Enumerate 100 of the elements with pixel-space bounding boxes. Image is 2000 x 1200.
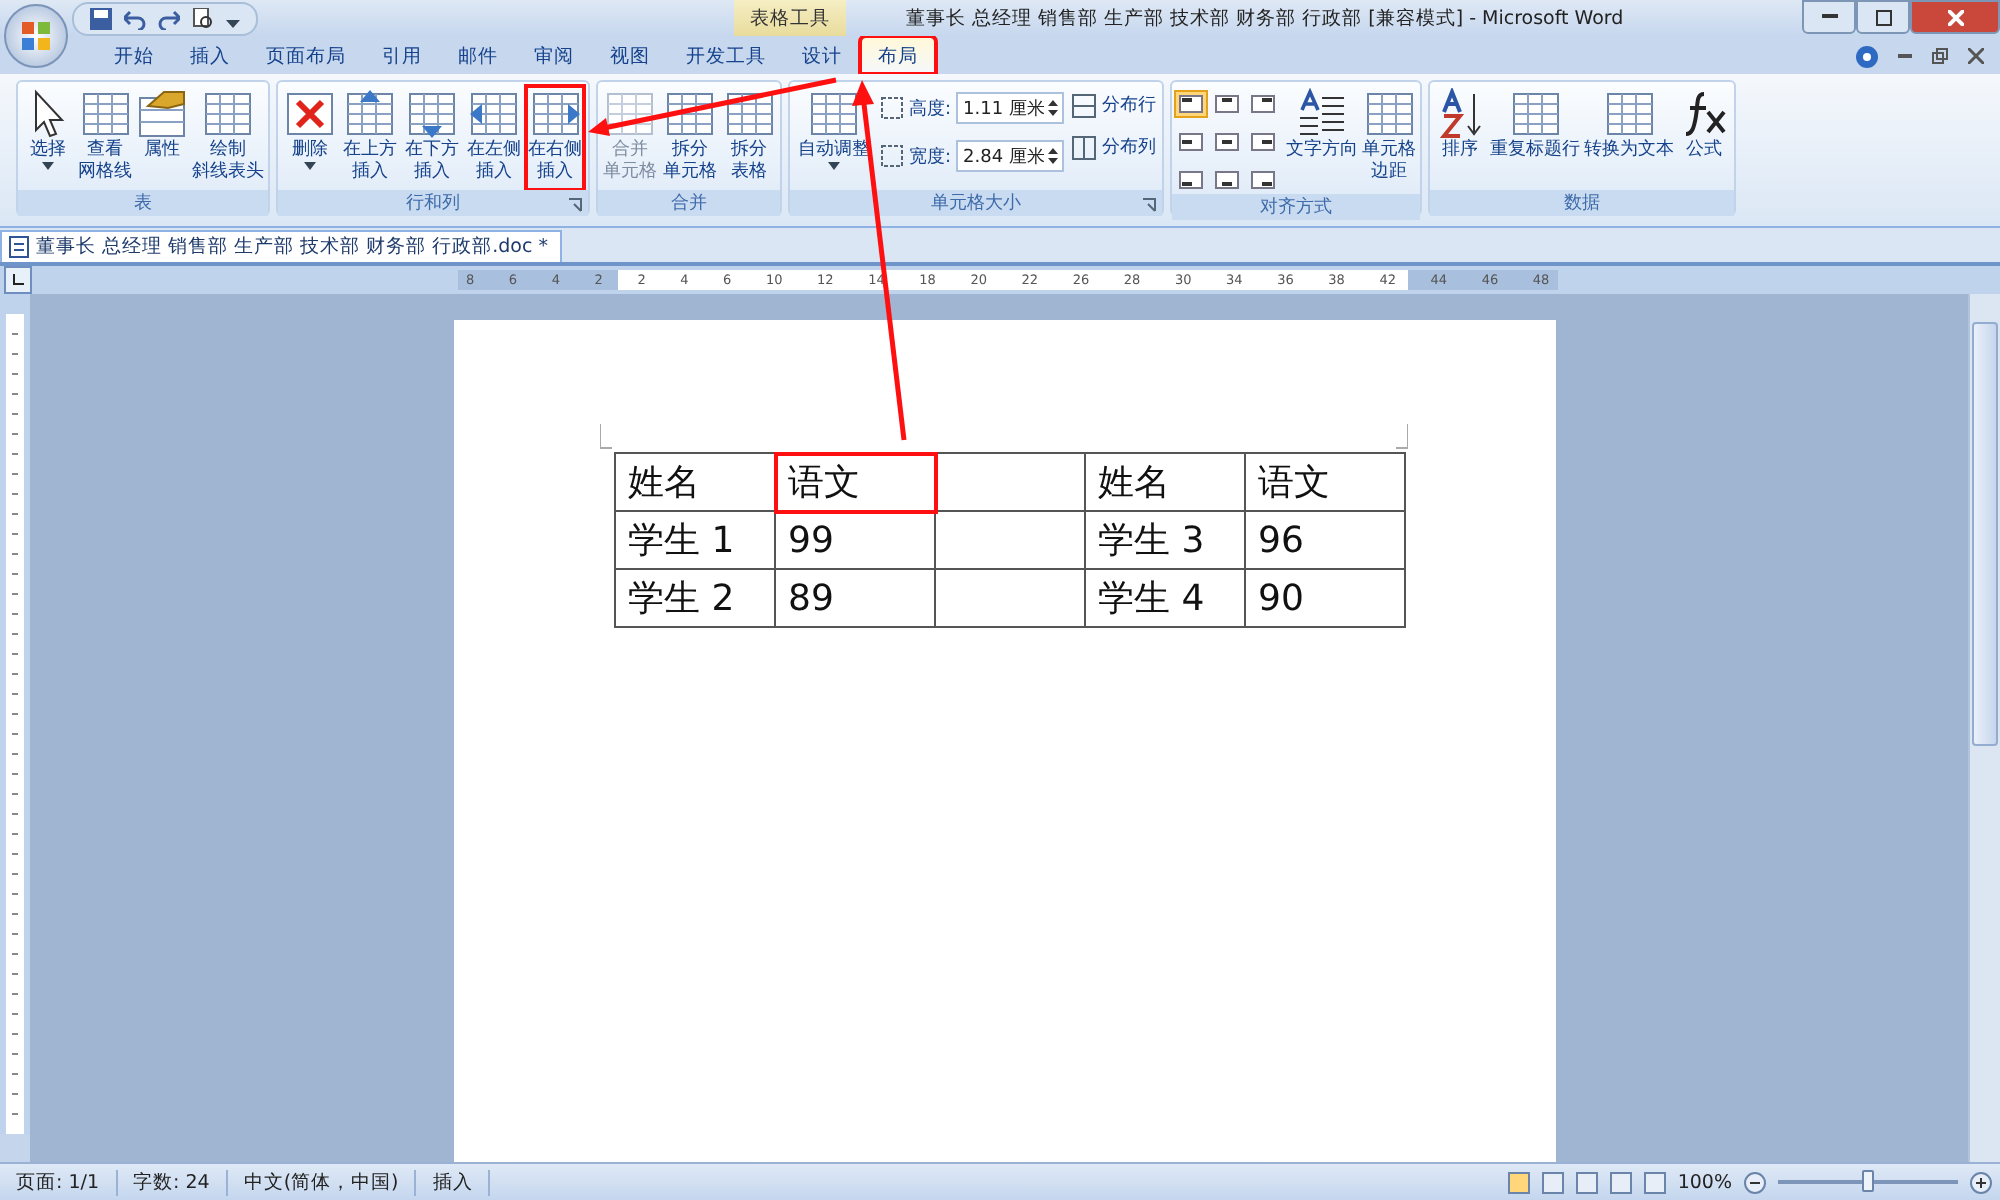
ribbon-button[interactable]: 绘制 斜线表头 xyxy=(190,86,266,190)
table-cell: 学生 2 xyxy=(615,569,775,627)
align-button[interactable] xyxy=(1210,90,1244,118)
ribbon-button[interactable]: 排序 xyxy=(1432,86,1488,190)
ribbon-button[interactable]: 文字方向 xyxy=(1284,86,1360,190)
view-icon[interactable] xyxy=(1643,1171,1666,1193)
table-cell: 90 xyxy=(1245,569,1405,627)
maximize-button[interactable] xyxy=(1856,0,1910,34)
document-icon xyxy=(8,236,30,258)
ribbon-button[interactable]: 分布行 xyxy=(1071,92,1156,118)
ribbon-button[interactable]: 在下方 插入 xyxy=(402,86,461,190)
ribbon-tab[interactable]: 引用 xyxy=(364,36,440,74)
status-item[interactable]: 中文(简体，中国) xyxy=(227,1169,417,1195)
print-preview-icon[interactable] xyxy=(192,7,214,29)
ribbon-tab[interactable]: 视图 xyxy=(592,36,668,74)
save-icon[interactable] xyxy=(90,7,112,29)
align-button[interactable] xyxy=(1210,166,1244,194)
ribbon-tab[interactable]: 开始 xyxy=(96,36,172,74)
group-label: 对齐方式 xyxy=(1172,194,1420,220)
table-icon xyxy=(344,88,397,140)
close-icon[interactable] xyxy=(1968,48,1984,64)
status-item[interactable]: 页面: 1/1 xyxy=(0,1169,118,1195)
delete-table-icon xyxy=(283,88,336,140)
properties-icon xyxy=(136,88,188,140)
table-icon xyxy=(808,88,861,140)
align-button[interactable] xyxy=(1174,90,1208,118)
align-button[interactable] xyxy=(1210,128,1244,156)
table-cell: 学生 1 xyxy=(615,511,775,569)
ribbon-button[interactable]: 拆分 单元格 xyxy=(661,86,719,190)
group-label: 合并 xyxy=(598,190,780,216)
table-cell: 语文 xyxy=(775,453,935,511)
align-button[interactable] xyxy=(1246,128,1280,156)
group-label: 表 xyxy=(18,190,268,216)
ribbon-button[interactable]: 公式 xyxy=(1676,86,1732,190)
ribbon-button[interactable]: 在右侧 插入 xyxy=(526,86,585,190)
dialog-launcher-icon[interactable] xyxy=(568,198,582,212)
view-icon[interactable] xyxy=(1541,1171,1564,1193)
ribbon-tab[interactable]: 审阅 xyxy=(516,36,592,74)
ribbon-button[interactable]: 重复标题行 xyxy=(1488,86,1582,190)
ribbon-button[interactable]: 属性 xyxy=(134,86,190,190)
align-button[interactable] xyxy=(1174,128,1208,156)
minimize-icon xyxy=(1821,14,1837,20)
office-button[interactable] xyxy=(4,4,68,68)
status-item[interactable]: 插入 xyxy=(416,1169,491,1195)
table-cell: 89 xyxy=(775,569,935,627)
table-cell: 96 xyxy=(1245,511,1405,569)
minimize-icon[interactable] xyxy=(1898,53,1912,59)
office-logo-icon xyxy=(20,20,52,52)
ribbon-tab[interactable]: 插入 xyxy=(172,36,248,74)
view-icon[interactable] xyxy=(1575,1171,1598,1193)
table-icon xyxy=(405,88,458,140)
ribbon-button[interactable]: 在上方 插入 xyxy=(341,86,400,190)
distribute-icon xyxy=(1071,93,1096,117)
document-tab[interactable]: 董事长 总经理 销售部 生产部 技术部 财务部 行政部.doc * xyxy=(0,230,562,262)
field-label: 宽度: xyxy=(908,145,952,169)
field-label: 高度: xyxy=(908,97,952,121)
ribbon-button[interactable]: 分布列 xyxy=(1071,134,1156,160)
minimize-button[interactable] xyxy=(1802,0,1856,34)
vertical-scrollbar[interactable] xyxy=(1968,294,2000,1162)
zoom-slider-thumb[interactable] xyxy=(1862,1170,1874,1192)
close-button[interactable] xyxy=(1910,0,2000,34)
align-button[interactable] xyxy=(1246,166,1280,194)
undo-icon[interactable] xyxy=(124,7,146,29)
tab-stop-button[interactable] xyxy=(4,266,32,294)
column-width-icon xyxy=(880,144,905,168)
ribbon-button[interactable]: 拆分 表格 xyxy=(721,86,777,190)
ribbon-button[interactable]: 删除 xyxy=(281,86,338,190)
ribbon-button[interactable]: 选择 xyxy=(20,86,76,190)
table-cell: 学生 4 xyxy=(1085,569,1245,627)
ribbon-button[interactable]: 转换为文本 xyxy=(1582,86,1676,190)
ribbon-button[interactable]: 单元格 边距 xyxy=(1360,86,1418,190)
text-direction-icon xyxy=(1296,88,1348,140)
align-button[interactable] xyxy=(1174,166,1208,194)
size-field[interactable]: 2.84 厘米 xyxy=(955,140,1064,172)
table-icon xyxy=(1509,88,1561,140)
dialog-launcher-icon[interactable] xyxy=(1142,198,1156,212)
ribbon-button[interactable]: 查看 网格线 xyxy=(76,86,134,190)
view-icon[interactable] xyxy=(1507,1171,1530,1193)
spinner-icon[interactable] xyxy=(1047,98,1058,118)
table-cell: 语文 xyxy=(1245,453,1405,511)
help-icon[interactable] xyxy=(1856,45,1878,67)
table-cell: 姓名 xyxy=(1085,453,1245,511)
table-cell: 99 xyxy=(775,511,935,569)
view-icon[interactable] xyxy=(1609,1171,1632,1193)
zoom-out-icon[interactable] xyxy=(1744,1171,1766,1193)
redo-icon[interactable] xyxy=(158,7,180,29)
status-item[interactable]: 字数: 24 xyxy=(117,1169,228,1195)
distribute-icon xyxy=(1071,135,1096,159)
ribbon-tab[interactable]: 页面布局 xyxy=(248,36,364,74)
ribbon-tab[interactable]: 开发工具 xyxy=(668,36,784,74)
ribbon-button[interactable]: 在左侧 插入 xyxy=(464,86,523,190)
ribbon-tab[interactable]: 邮件 xyxy=(440,36,516,74)
ribbon-tab[interactable]: 布局 xyxy=(860,36,936,74)
ribbon-tab[interactable]: 设计 xyxy=(784,36,860,74)
zoom-in-icon[interactable] xyxy=(1970,1171,1992,1193)
align-button[interactable] xyxy=(1246,90,1280,118)
restore-icon[interactable] xyxy=(1932,48,1948,64)
size-field[interactable]: 1.11 厘米 xyxy=(955,92,1064,124)
row-height-icon xyxy=(880,96,905,120)
spinner-icon[interactable] xyxy=(1047,146,1058,166)
